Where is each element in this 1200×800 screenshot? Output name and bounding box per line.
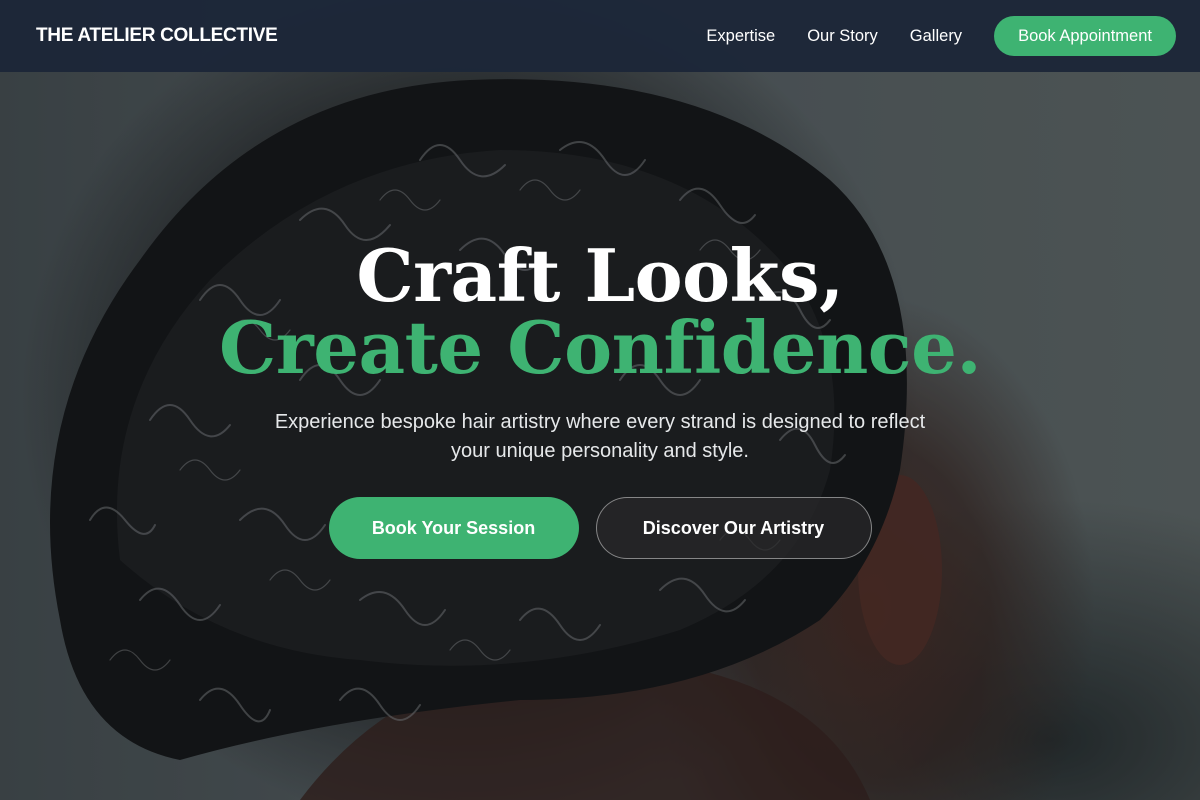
headline-line-2: Create Confidence.: [218, 305, 982, 390]
top-navbar: THE ATELIER COLLECTIVE Expertise Our Sto…: [0, 0, 1200, 72]
site-logo[interactable]: THE ATELIER COLLECTIVE: [36, 25, 278, 47]
hero-subtitle: Experience bespoke hair artistry where e…: [274, 411, 926, 462]
nav-links: Expertise Our Story Gallery Book Appoint…: [674, 16, 1176, 56]
discover-our-artistry-button[interactable]: Discover Our Artistry: [595, 497, 872, 559]
book-your-session-button[interactable]: Book Your Session: [328, 497, 579, 559]
book-appointment-button[interactable]: Book Appointment: [994, 16, 1176, 56]
hero-headline: Craft Looks, Create Confidence.: [0, 240, 1200, 384]
nav-link-gallery[interactable]: Gallery: [910, 27, 962, 46]
nav-link-our-story[interactable]: Our Story: [807, 27, 878, 46]
hero-buttons: Book Your Session Discover Our Artistry: [0, 497, 1200, 559]
headline-line-1: Craft Looks,: [356, 233, 844, 318]
hero-section: Craft Looks, Create Confidence. Experien…: [0, 0, 1200, 800]
nav-link-expertise[interactable]: Expertise: [706, 27, 775, 46]
